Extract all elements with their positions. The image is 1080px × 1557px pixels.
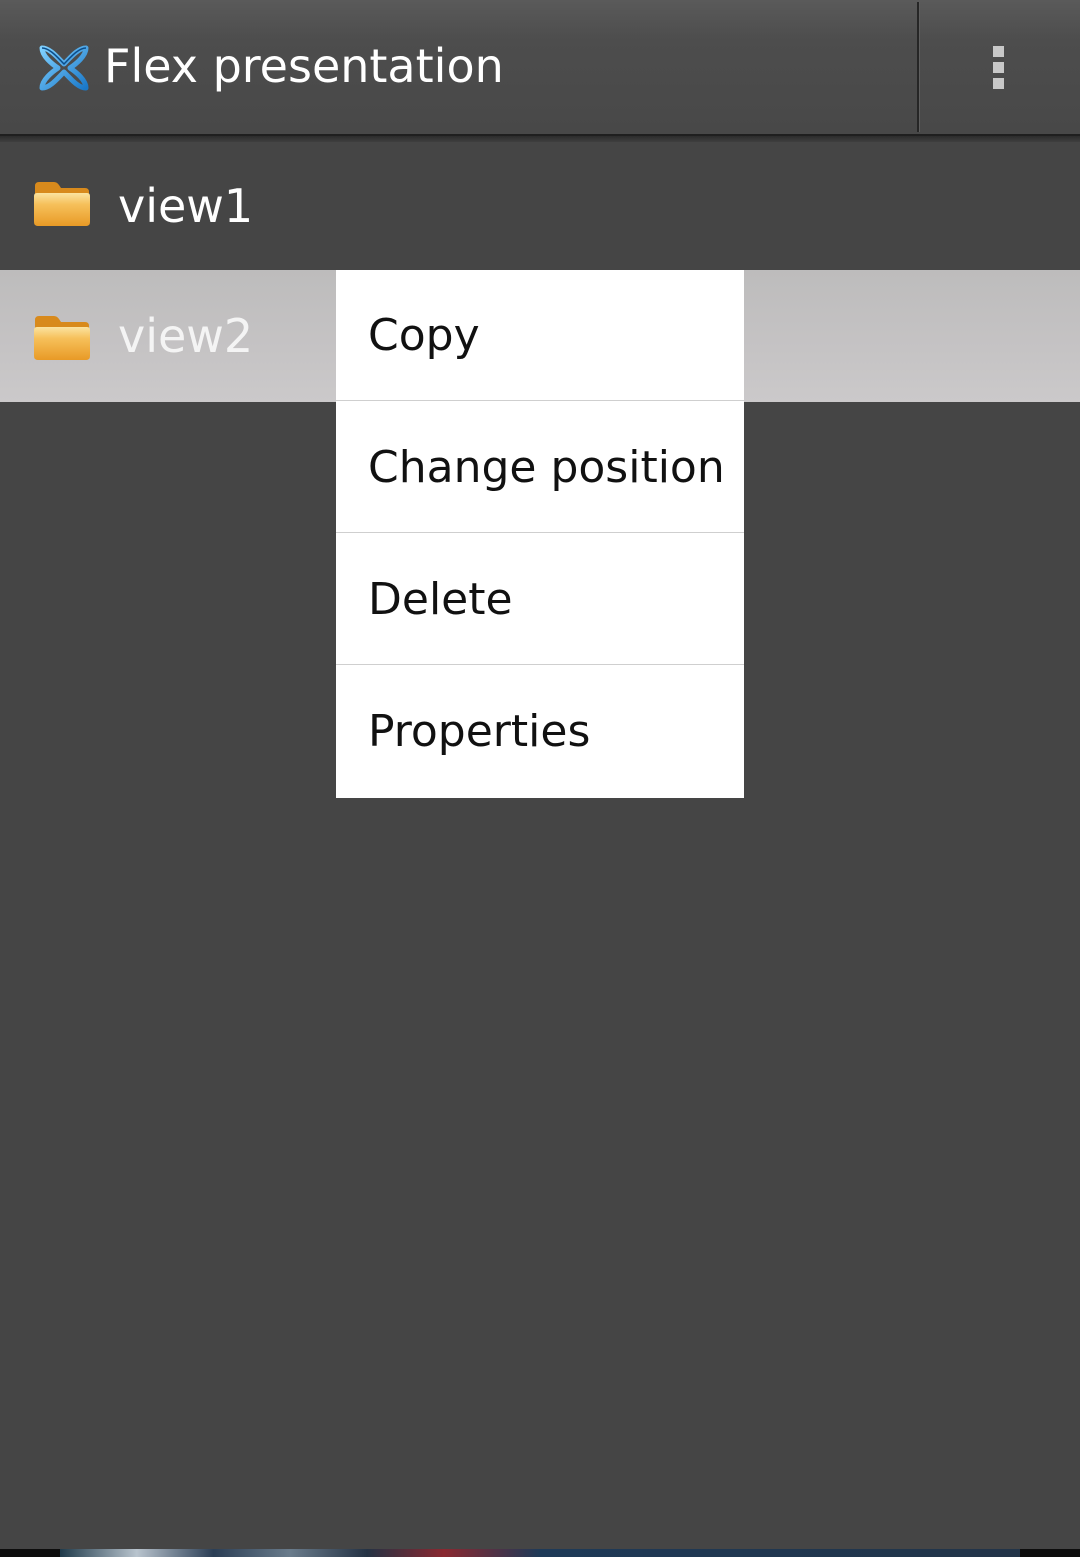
menu-item-change-position[interactable]: Change position [336,402,744,533]
menu-item-label: Copy [368,310,480,361]
overflow-menu-button[interactable] [920,0,1080,134]
menu-item-label: Properties [368,706,591,757]
app-title: Flex presentation [104,39,504,93]
menu-item-copy[interactable]: Copy [336,270,744,401]
menu-item-label: Delete [368,574,513,625]
folder-icon [34,316,90,360]
overflow-menu-icon [993,46,1004,57]
list-item-label: view2 [118,309,254,363]
menu-item-properties[interactable]: Properties [336,666,744,797]
list-item-view1[interactable]: view1 [0,142,1080,270]
flex-x-logo-icon [39,45,89,91]
action-bar: Flex presentation [0,0,1080,136]
bottom-edge-strip [0,1549,1080,1557]
overflow-menu-icon-dot [993,78,1004,89]
overflow-menu-icon-dot [993,62,1004,73]
menu-item-label: Change position [368,442,725,493]
bottom-edge-image [60,1549,1020,1557]
context-menu: Copy Change position Delete Properties [336,270,744,798]
folder-icon [34,182,90,226]
screen: Flex presentation view1 view2 Copy Chang… [0,0,1080,1557]
list-item-label: view1 [118,179,254,233]
menu-item-delete[interactable]: Delete [336,534,744,665]
